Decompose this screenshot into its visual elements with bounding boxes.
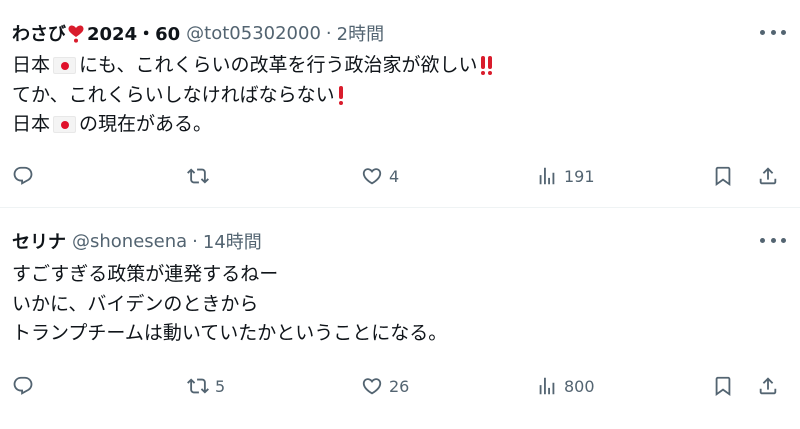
japan-flag-icon [53,57,77,75]
tweet[interactable]: セリナ @shonesena · 14時間 すごすぎる政策が連発するねー いかに… [0,208,800,429]
more-icon[interactable] [760,232,786,248]
tweet-text-segment: 日本 [12,113,51,135]
heart-exclamation-emoji-icon [68,25,84,43]
tweet-text-segment: にも、これくらいの改革を行う政治家が欲しい [79,54,478,76]
views-count: 191 [564,166,595,186]
separator-dot: · [325,22,332,44]
retweet-button[interactable] [187,161,215,191]
tweet-line: 日本 の現在がある。 [12,110,492,140]
tweet-header: セリナ @shonesena · 14時間 [12,228,262,254]
bookmark-button[interactable] [712,161,734,191]
tweet[interactable]: わさび 2024・60 @tot05302000 · 2時間 日本 にも、これく… [0,0,800,208]
retweet-icon [187,378,209,394]
reply-icon [13,376,33,395]
like-button[interactable]: 26 [361,371,409,401]
reply-button[interactable] [12,371,40,401]
display-name[interactable]: セリナ [12,228,66,254]
share-button[interactable] [757,371,779,401]
timestamp[interactable]: 2時間 [337,20,384,46]
separator-dot: · [192,230,198,252]
tweet-actions: 5 26 800 [0,371,800,401]
user-handle[interactable]: @tot05302000 [186,23,321,44]
retweet-icon [187,168,209,184]
tweet-line: トランプチームは動いていたかということになる。 [12,322,448,344]
tweet-text: すごすぎる政策が連発するねー いかに、バイデンのときから トランプチームは動いて… [12,260,447,349]
retweet-count: 5 [215,376,226,396]
retweet-button[interactable]: 5 [187,371,225,401]
double-exclamation-icon [481,56,493,76]
more-icon[interactable] [760,24,786,40]
like-count: 26 [389,376,410,396]
reply-button[interactable] [12,161,40,191]
share-button[interactable] [757,161,779,191]
bookmark-icon [715,376,731,397]
views-button[interactable]: 800 [536,371,595,401]
share-icon [759,167,777,185]
views-count: 800 [564,376,595,396]
bookmark-icon [715,166,731,187]
tweet-text-segment: 日本 [12,54,51,76]
views-icon [539,377,555,395]
tweet-line: すごすぎる政策が連発するねー [12,263,279,285]
heart-icon [362,378,382,395]
tweet-text: 日本 にも、これくらいの改革を行う政治家が欲しい てか、これくらいしなければなら… [12,51,493,140]
tweet-header: わさび 2024・60 @tot05302000 · 2時間 [12,20,384,46]
reply-icon [13,166,33,185]
tweet-text-segment: てか、これくらいしなければならない [12,83,335,106]
tweet-line: 日本 にも、これくらいの改革を行う政治家が欲しい [12,51,493,81]
like-count: 4 [389,166,400,186]
tweet-text-segment: の現在がある。 [79,113,213,135]
tweet-line: てか、これくらいしなければならない [12,81,492,111]
display-name-text: わさび [12,24,66,45]
views-button[interactable]: 191 [536,161,595,191]
views-icon [539,167,555,185]
bookmark-button[interactable] [712,371,734,401]
tweet-line: いかに、バイデンのときから [12,292,259,315]
share-icon [759,377,777,395]
tweet-actions: 4 191 [0,161,800,191]
like-button[interactable]: 4 [361,161,399,191]
display-name[interactable]: わさび 2024・60 [12,20,180,46]
exclamation-icon [338,85,343,105]
heart-icon [362,168,382,185]
display-name-suffix: 2024・60 [87,24,181,45]
timestamp[interactable]: 14時間 [203,228,262,254]
japan-flag-icon [53,116,77,134]
user-handle[interactable]: @shonesena [72,231,187,252]
